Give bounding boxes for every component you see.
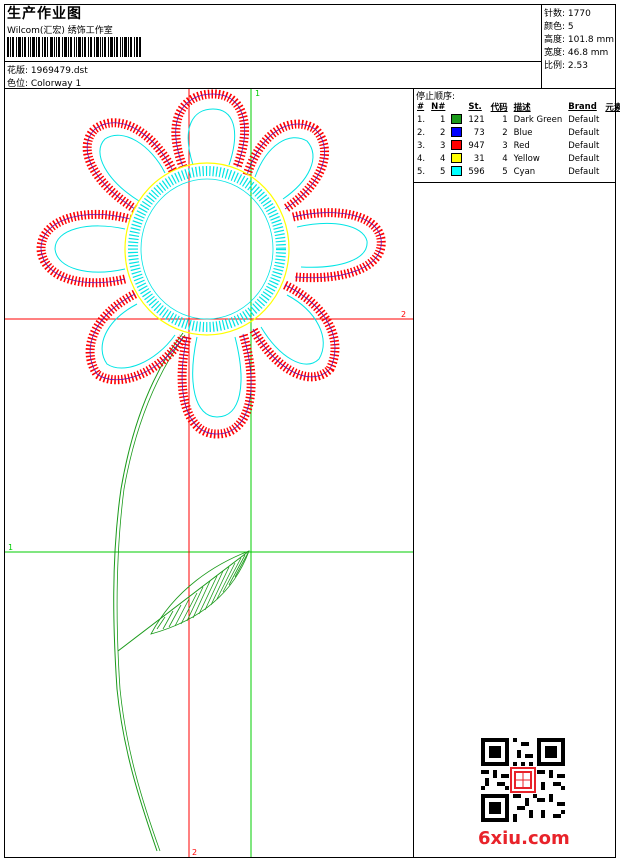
row-element — [602, 139, 620, 152]
color-swatch-box — [451, 140, 463, 151]
color-swatch-box — [451, 114, 463, 125]
col-stitches: St. — [468, 102, 482, 112]
table-header-row: # N# St. 代码 描述 Brand 元素 — [414, 101, 620, 113]
row-code: 4 — [502, 153, 508, 164]
row-stitches: 947 — [468, 140, 485, 151]
stat-height: 高度: 101.8 mm — [544, 35, 615, 45]
design-name: 花版: 1969479.dst — [7, 66, 88, 76]
flower-center — [124, 162, 290, 336]
row-stitches: 121 — [468, 114, 485, 125]
flower-stem — [113, 332, 184, 852]
stop-sequence-table: # N# St. 代码 描述 Brand 元素 1. 1 121 1 Dark Gree… — [414, 101, 620, 178]
color-swatch — [448, 126, 465, 139]
row-brand: Default — [568, 140, 600, 151]
row-needle: 5 — [439, 166, 446, 177]
barcode-image — [7, 37, 141, 57]
row-element — [602, 152, 620, 165]
row-index: 5. — [417, 166, 426, 177]
page-title: 生产作业图 — [7, 6, 82, 22]
col-index: # — [417, 102, 425, 112]
guide-label-right: 2 — [401, 310, 406, 319]
company-name: Wilcom(汇宏) 绣饰工作室 — [7, 26, 113, 36]
row-code: 5 — [502, 166, 508, 177]
col-needle: N# — [431, 102, 446, 112]
leaf — [150, 550, 250, 635]
row-description: Cyan — [513, 166, 536, 177]
qr-code — [481, 738, 565, 822]
guide-label-bottom: 2 — [192, 848, 197, 857]
row-element — [602, 165, 620, 178]
row-code: 1 — [502, 114, 508, 125]
color-swatch — [448, 165, 465, 178]
color-swatch-box — [451, 127, 463, 138]
col-element: 元素 — [605, 103, 620, 113]
row-index: 1. — [417, 114, 426, 125]
row-brand: Default — [568, 114, 600, 125]
row-index: 3. — [417, 140, 426, 151]
row-stitches: 596 — [468, 166, 485, 177]
petal-top-right — [242, 119, 329, 213]
design-info-divider — [4, 61, 541, 62]
row-element — [602, 113, 620, 126]
flower-stem-outline — [116, 334, 186, 852]
row-description: Red — [513, 140, 530, 151]
row-code: 3 — [502, 140, 508, 151]
row-needle: 1 — [439, 114, 446, 125]
petal-left — [36, 209, 132, 288]
color-swatch — [448, 152, 465, 165]
leaf-stalk — [117, 550, 250, 652]
table-row: 4. 4 31 4 Yellow Default — [414, 152, 620, 165]
col-swatch — [448, 101, 465, 113]
watermark-text: 6xiu.com — [478, 828, 570, 849]
legend-divider — [413, 88, 414, 858]
flower-petals — [36, 89, 386, 439]
petal-top — [171, 89, 249, 169]
color-swatch-box — [451, 153, 463, 164]
table-row: 1. 1 121 1 Dark Green Default — [414, 113, 620, 126]
petal-bottom — [177, 332, 256, 439]
table-row: 2. 2 73 2 Blue Default — [414, 126, 620, 139]
stat-stitches: 针数: 1770 — [544, 9, 591, 19]
row-description: Dark Green — [513, 114, 563, 125]
colorway-name: 色位: Colorway 1 — [7, 79, 82, 89]
col-brand: Brand — [568, 102, 597, 112]
embroidery-preview: 1 1 2 2 — [5, 89, 413, 857]
row-index: 2. — [417, 127, 426, 138]
row-code: 2 — [502, 127, 508, 138]
stat-colors: 颜色: 5 — [544, 22, 574, 32]
petal-bottom-right — [249, 280, 340, 382]
petal-top-left — [82, 118, 178, 213]
row-brand: Default — [568, 153, 600, 164]
row-brand: Default — [568, 166, 600, 177]
table-row: 3. 3 947 3 Red Default — [414, 139, 620, 152]
row-element — [602, 126, 620, 139]
petal-right — [291, 208, 386, 283]
guide-label-top: 1 — [255, 89, 260, 98]
col-description: 描述 — [513, 103, 531, 113]
row-index: 4. — [417, 153, 426, 164]
stat-width: 宽度: 46.8 mm — [544, 48, 609, 58]
row-stitches: 31 — [473, 153, 485, 164]
legend-bottom-divider — [413, 182, 616, 183]
row-brand: Default — [568, 127, 600, 138]
row-description: Yellow — [513, 153, 540, 164]
row-needle: 3 — [439, 140, 446, 151]
stat-ratio: 比例: 2.53 — [544, 61, 588, 71]
table-row: 5. 5 596 5 Cyan Default — [414, 165, 620, 178]
row-needle: 4 — [439, 153, 446, 164]
guide-label-left: 1 — [8, 543, 13, 552]
stats-divider — [541, 4, 542, 88]
row-stitches: 73 — [473, 127, 485, 138]
color-swatch-box — [451, 166, 463, 177]
color-swatch — [448, 113, 465, 126]
row-needle: 2 — [439, 127, 446, 138]
color-swatch — [448, 139, 465, 152]
col-code: 代码 — [490, 103, 508, 113]
row-description: Blue — [513, 127, 533, 138]
